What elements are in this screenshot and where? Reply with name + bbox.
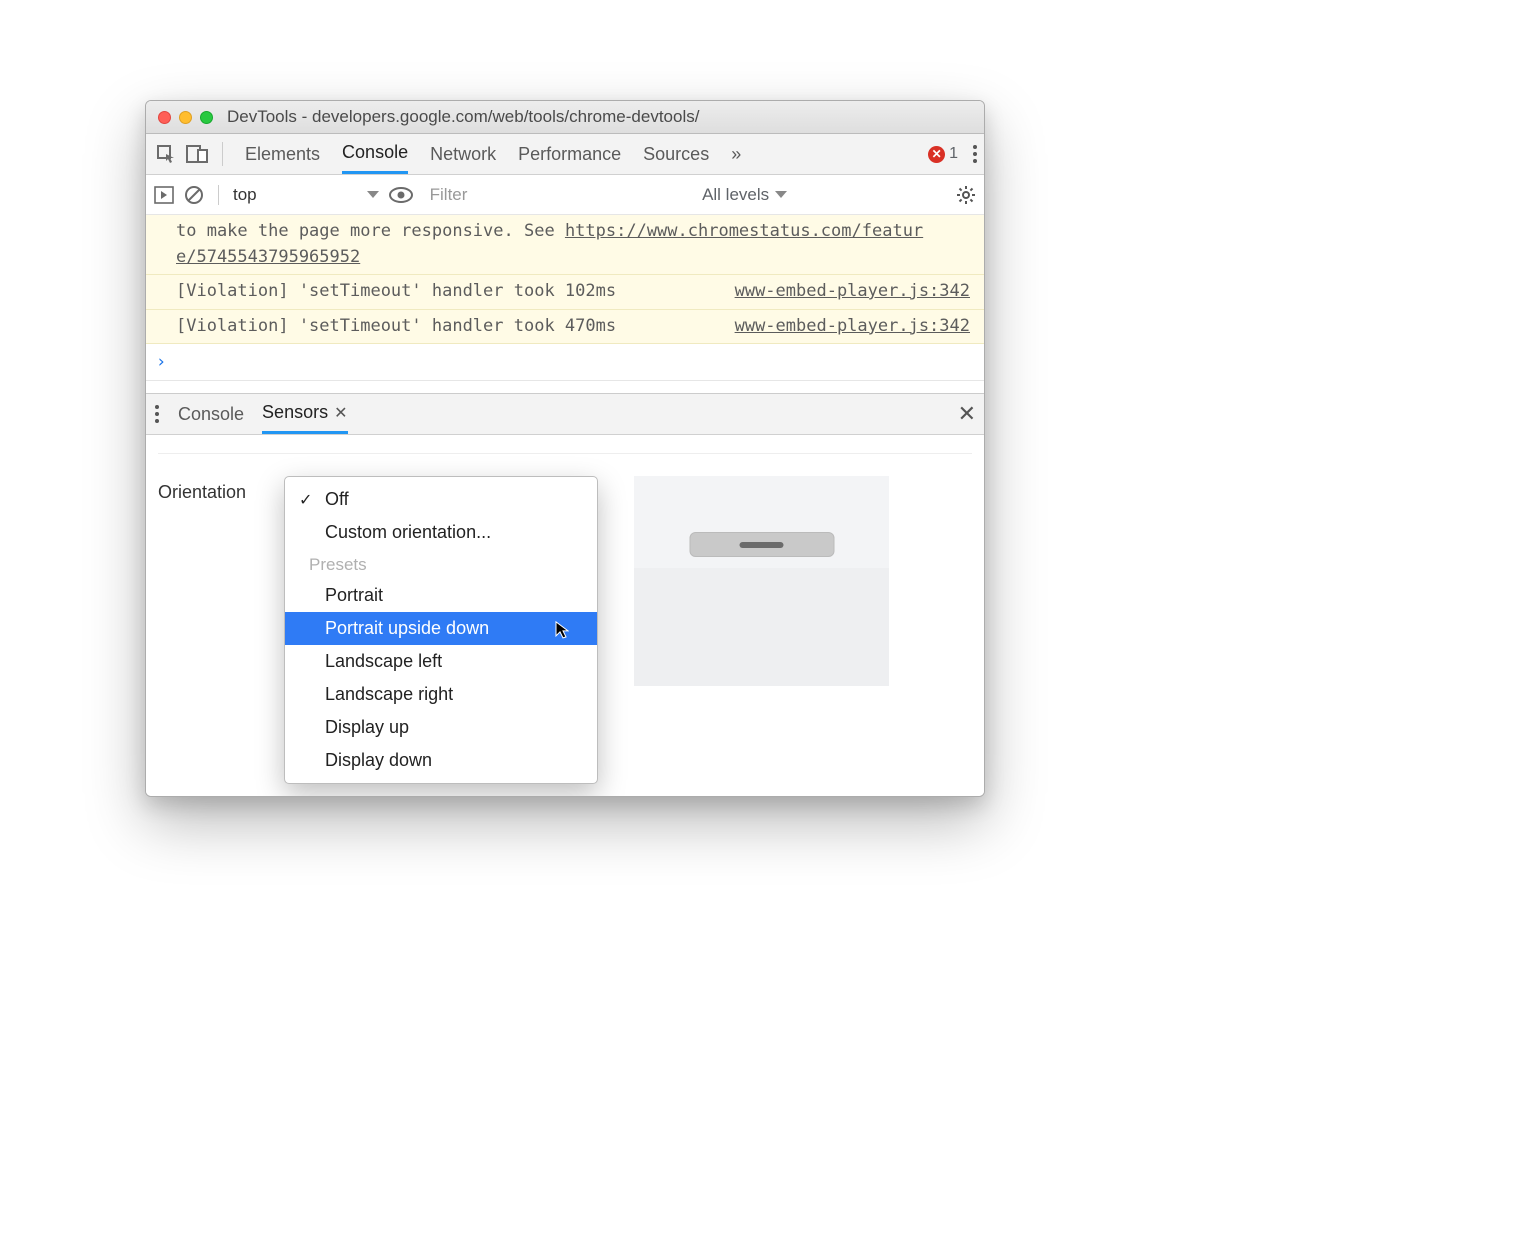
orientation-option-portrait[interactable]: Portrait xyxy=(285,579,597,612)
log-link[interactable]: e/5745543795965952 xyxy=(176,247,360,267)
main-toolbar: Elements Console Network Performance Sou… xyxy=(146,134,984,175)
log-message: [Violation] 'setTimeout' handler took 47… xyxy=(146,310,984,345)
traffic-lights xyxy=(158,111,213,124)
error-counter[interactable]: ✕ 1 xyxy=(928,145,958,163)
sensors-panel: Orientation ✓ Off Custom orientation... … xyxy=(146,435,984,796)
window-close-button[interactable] xyxy=(158,111,171,124)
drawer-tab-sensors-label: Sensors xyxy=(262,402,328,423)
drawer-close-icon[interactable]: ✕ xyxy=(958,401,976,427)
log-source-link[interactable]: www-embed-player.js:342 xyxy=(735,314,970,340)
tab-network[interactable]: Network xyxy=(430,134,496,174)
orientation-option-landscape-right[interactable]: Landscape right xyxy=(285,678,597,711)
cursor-icon xyxy=(555,620,569,638)
tab-sources[interactable]: Sources xyxy=(643,134,709,174)
check-icon: ✓ xyxy=(299,490,312,510)
drawer-kebab-icon[interactable] xyxy=(154,403,160,425)
window-titlebar: DevTools - developers.google.com/web/too… xyxy=(146,101,984,134)
window-minimize-button[interactable] xyxy=(179,111,192,124)
caret-down-icon xyxy=(367,191,379,198)
log-text-fragment: to make the page more responsive. See xyxy=(176,221,565,241)
kebab-menu-icon[interactable] xyxy=(972,143,978,165)
devtools-window: DevTools - developers.google.com/web/too… xyxy=(145,100,985,797)
log-levels-label: All levels xyxy=(702,185,769,205)
error-icon: ✕ xyxy=(928,146,945,163)
window-zoom-button[interactable] xyxy=(200,111,213,124)
live-expression-icon[interactable] xyxy=(389,186,413,204)
device-model-surface xyxy=(634,568,889,686)
option-label: Portrait upside down xyxy=(325,618,489,638)
drawer-tabbar: Console Sensors ✕ ✕ xyxy=(146,393,984,435)
log-text: [Violation] 'setTimeout' handler took 47… xyxy=(176,316,616,336)
clear-console-icon[interactable] xyxy=(184,185,204,205)
orientation-option-portrait-upside-down[interactable]: Portrait upside down xyxy=(285,612,597,645)
close-tab-icon[interactable]: ✕ xyxy=(334,403,347,423)
log-levels-select[interactable]: All levels xyxy=(702,185,787,205)
console-settings-icon[interactable] xyxy=(956,185,976,205)
log-link[interactable]: https://www.chromestatus.com/featur xyxy=(565,221,923,241)
tab-elements[interactable]: Elements xyxy=(245,134,320,174)
orientation-option-off[interactable]: ✓ Off xyxy=(285,483,597,516)
console-prompt[interactable]: › xyxy=(146,344,984,381)
console-separator xyxy=(218,185,219,205)
toolbar-separator xyxy=(222,142,223,166)
divider xyxy=(158,453,972,454)
sidebar-toggle-icon[interactable] xyxy=(154,186,174,204)
drawer-tab-sensors[interactable]: Sensors ✕ xyxy=(262,394,347,434)
device-toggle-icon[interactable] xyxy=(186,144,208,164)
panel-tabs: Elements Console Network Performance Sou… xyxy=(245,134,741,174)
error-count: 1 xyxy=(949,145,958,163)
option-label: Off xyxy=(325,489,349,509)
caret-down-icon xyxy=(775,191,787,198)
log-message: to make the page more responsive. See ht… xyxy=(146,215,984,275)
device-speaker xyxy=(740,542,784,548)
log-message: [Violation] 'setTimeout' handler took 10… xyxy=(146,275,984,310)
orientation-option-display-down[interactable]: Display down xyxy=(285,744,597,777)
orientation-option-landscape-left[interactable]: Landscape left xyxy=(285,645,597,678)
orientation-presets-header: Presets xyxy=(285,549,597,579)
tab-performance[interactable]: Performance xyxy=(518,134,621,174)
drawer-tab-console[interactable]: Console xyxy=(178,394,244,434)
tab-console[interactable]: Console xyxy=(342,134,408,174)
orientation-dropdown[interactable]: ✓ Off Custom orientation... Presets Port… xyxy=(284,476,598,784)
orientation-row: Orientation ✓ Off Custom orientation... … xyxy=(158,476,972,784)
orientation-preview xyxy=(634,476,889,686)
window-title: DevTools - developers.google.com/web/too… xyxy=(227,107,984,127)
console-log: to make the page more responsive. See ht… xyxy=(146,215,984,344)
orientation-option-custom[interactable]: Custom orientation... xyxy=(285,516,597,549)
execution-context-value: top xyxy=(233,185,257,205)
tabs-overflow[interactable]: » xyxy=(731,134,741,174)
device-model-back xyxy=(689,532,834,557)
orientation-option-display-up[interactable]: Display up xyxy=(285,711,597,744)
console-filter-input[interactable] xyxy=(423,181,613,209)
log-source-link[interactable]: www-embed-player.js:342 xyxy=(735,279,970,305)
log-text: [Violation] 'setTimeout' handler took 10… xyxy=(176,281,616,301)
execution-context-select[interactable]: top xyxy=(233,185,379,205)
orientation-label: Orientation xyxy=(158,476,266,503)
inspect-element-icon[interactable] xyxy=(156,144,176,164)
console-toolbar: top All levels xyxy=(146,175,984,215)
